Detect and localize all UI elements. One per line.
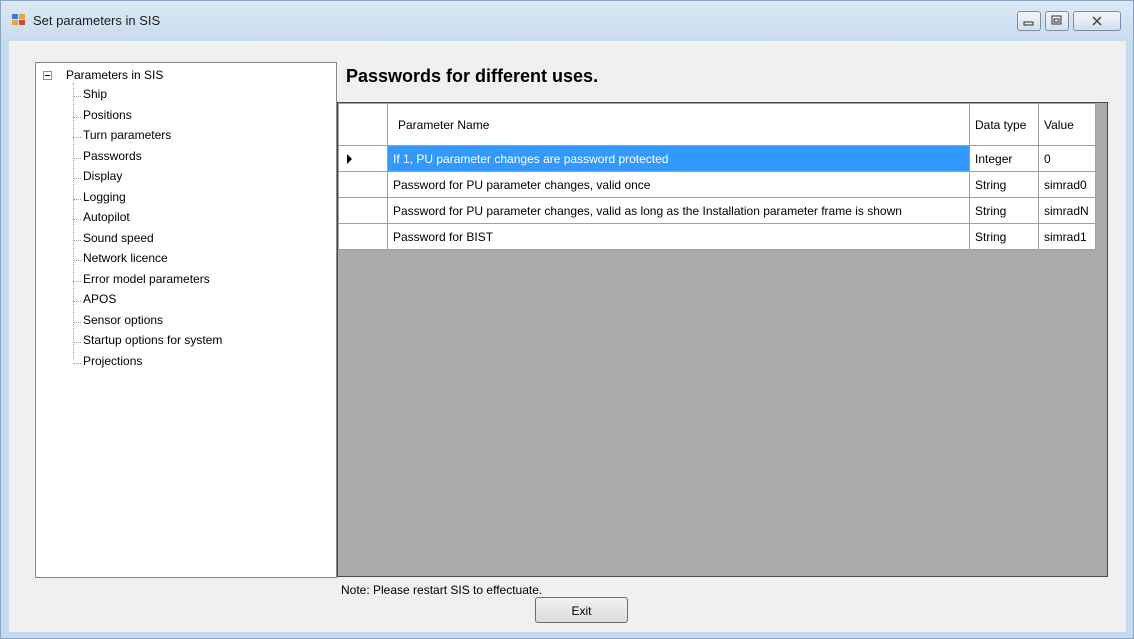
table-row[interactable]: If 1, PU parameter changes are password … bbox=[338, 145, 1096, 172]
tree-item-label: Sensor options bbox=[83, 313, 164, 327]
parameter-table: Parameter Name Data type Value If 1, PU … bbox=[338, 103, 1096, 250]
tree-item-label: Turn parameters bbox=[83, 128, 172, 142]
current-row-arrow-icon bbox=[347, 154, 352, 164]
column-header-parameter-name[interactable]: Parameter Name bbox=[387, 103, 970, 146]
value-cell[interactable]: simrad1 bbox=[1038, 223, 1096, 250]
tree-item-label: Ship bbox=[83, 87, 108, 101]
row-header[interactable] bbox=[338, 145, 388, 172]
tree-item-label: Passwords bbox=[83, 149, 142, 163]
tree-root-label: Parameters in SIS bbox=[66, 68, 164, 82]
restart-note: Note: Please restart SIS to effectuate. bbox=[341, 583, 543, 597]
value-cell[interactable]: 0 bbox=[1038, 145, 1096, 172]
row-header-corner bbox=[338, 103, 388, 146]
title-bar[interactable]: Set parameters in SIS bbox=[1, 1, 1133, 41]
value-cell[interactable]: simradN bbox=[1038, 197, 1096, 224]
row-header[interactable] bbox=[338, 197, 388, 224]
tree-item-label: Sound speed bbox=[83, 231, 154, 245]
tree-item-label: Error model parameters bbox=[83, 272, 210, 286]
data-type-cell[interactable]: Integer bbox=[969, 145, 1039, 172]
tree-item-label: Display bbox=[83, 169, 123, 183]
parameter-name-cell[interactable]: Password for BIST bbox=[387, 223, 970, 250]
table-row[interactable]: Password for PU parameter changes, valid… bbox=[338, 171, 1096, 198]
table-header-row: Parameter Name Data type Value bbox=[338, 103, 1096, 146]
row-header[interactable] bbox=[338, 223, 388, 250]
tree-item-label: Positions bbox=[83, 108, 132, 122]
column-header-data-type[interactable]: Data type bbox=[969, 103, 1039, 146]
parameter-tree[interactable]: Parameters in SIS Ship Positions Turn pa… bbox=[35, 62, 337, 578]
tree-item-label: Network licence bbox=[83, 251, 168, 265]
parameter-name-cell[interactable]: If 1, PU parameter changes are password … bbox=[387, 145, 970, 172]
minimize-icon bbox=[1023, 21, 1034, 26]
main-window: Set parameters in SIS Parameters in SIS bbox=[0, 0, 1134, 639]
parameter-grid[interactable]: Parameter Name Data type Value If 1, PU … bbox=[337, 102, 1108, 577]
data-type-cell[interactable]: String bbox=[969, 223, 1039, 250]
maximize-button[interactable] bbox=[1045, 11, 1069, 31]
tree-item-label: Autopilot bbox=[83, 210, 130, 224]
parameter-name-cell[interactable]: Password for PU parameter changes, valid… bbox=[387, 171, 970, 198]
window-title: Set parameters in SIS bbox=[33, 13, 161, 28]
data-type-cell[interactable]: String bbox=[969, 197, 1039, 224]
exit-button[interactable]: Exit bbox=[535, 597, 628, 623]
close-icon bbox=[1092, 16, 1102, 26]
minimize-button[interactable] bbox=[1017, 11, 1041, 31]
panel-heading: Passwords for different uses. bbox=[346, 66, 599, 86]
close-button[interactable] bbox=[1073, 11, 1121, 31]
client-area: Parameters in SIS Ship Positions Turn pa… bbox=[9, 41, 1126, 632]
tree-connector-line bbox=[73, 83, 74, 359]
tree-item-label: Logging bbox=[83, 190, 126, 204]
row-header[interactable] bbox=[338, 171, 388, 198]
data-type-cell[interactable]: String bbox=[969, 171, 1039, 198]
value-cell[interactable]: simrad0 bbox=[1038, 171, 1096, 198]
tree-item-label: Projections bbox=[83, 354, 143, 368]
table-row[interactable]: Password for PU parameter changes, valid… bbox=[338, 197, 1096, 224]
tree-item-label: Startup options for system bbox=[83, 333, 223, 347]
table-row[interactable]: Password for BIST String simrad1 bbox=[338, 223, 1096, 250]
maximize-icon bbox=[1051, 15, 1062, 25]
tree-item-label: APOS bbox=[83, 292, 117, 306]
app-window-icon bbox=[12, 14, 25, 25]
parameter-name-cell[interactable]: Password for PU parameter changes, valid… bbox=[387, 197, 970, 224]
collapse-icon[interactable] bbox=[43, 71, 52, 80]
column-header-value[interactable]: Value bbox=[1038, 103, 1096, 146]
